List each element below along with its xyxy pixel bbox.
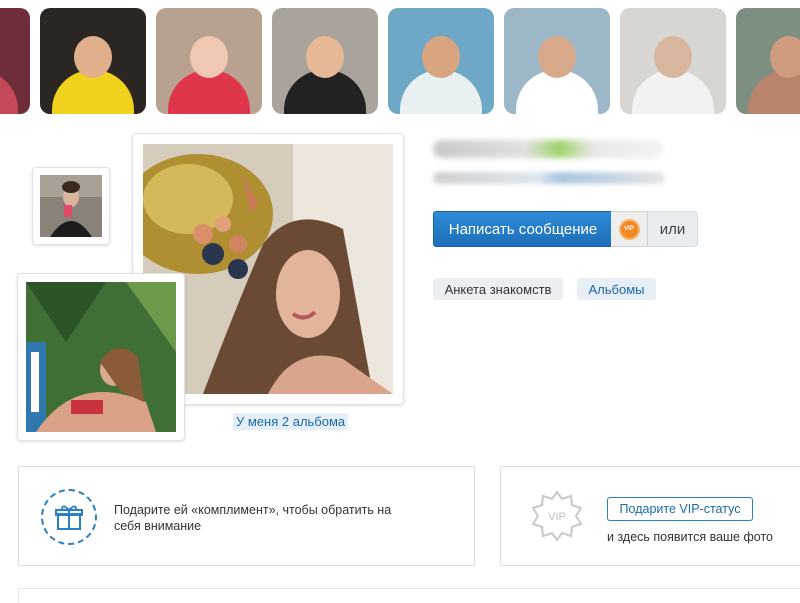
profile-thumb-0[interactable] xyxy=(0,8,30,114)
vip-status-card: VIP Подарите VIP-статус и здесь появится… xyxy=(500,466,800,566)
or-button[interactable]: или xyxy=(647,211,698,247)
profile-info-blurred xyxy=(433,172,665,184)
profile-thumb-3[interactable] xyxy=(272,8,378,114)
compliment-gift-text: Подарите ей «комплимент», чтобы обратить… xyxy=(114,503,392,533)
vip-seal-icon: VIP xyxy=(531,490,583,542)
dating-profile-link[interactable]: Анкета знакомств xyxy=(433,278,563,300)
profile-thumb-6[interactable] xyxy=(620,8,726,114)
gift-vip-status-button[interactable]: Подарите VIP-статус xyxy=(607,497,753,521)
or-label: или xyxy=(659,220,686,238)
send-message-button[interactable]: Написать сообщение xyxy=(433,211,613,247)
vip-message-button[interactable]: VIP xyxy=(611,211,648,247)
dating-profile-label: Анкета знакомств xyxy=(444,281,552,297)
albums-button-label: Альбомы xyxy=(588,281,645,297)
profile-photo-small-2-image xyxy=(26,282,176,432)
profile-thumb-5[interactable] xyxy=(504,8,610,114)
compliment-gift-card: Подарите ей «комплимент», чтобы обратить… xyxy=(18,466,475,566)
profile-photo-small-1[interactable] xyxy=(32,167,110,245)
vip-status-hint: и здесь появится ваше фото xyxy=(607,530,773,544)
profile-photo-small-2[interactable] xyxy=(17,273,185,441)
gift-vip-status-label: Подарите VIP-статус xyxy=(619,502,741,516)
profile-thumb-2[interactable] xyxy=(156,8,262,114)
albums-count-link[interactable]: У меня 2 альбома xyxy=(233,413,349,430)
albums-button[interactable]: Альбомы xyxy=(577,278,656,300)
profile-thumbnails-strip xyxy=(0,8,800,114)
profile-photo-small-1-image xyxy=(40,175,102,237)
send-message-label: Написать сообщение xyxy=(448,220,598,238)
vip-seal-label: VIP xyxy=(548,511,566,523)
vip-badge-icon: VIP xyxy=(620,220,638,238)
profile-name-blurred xyxy=(433,140,663,158)
profile-thumb-7[interactable] xyxy=(736,8,800,114)
gift-icon[interactable] xyxy=(41,489,97,545)
profile-thumb-4[interactable] xyxy=(388,8,494,114)
profile-thumb-1[interactable] xyxy=(40,8,146,114)
next-section-card xyxy=(18,588,800,603)
